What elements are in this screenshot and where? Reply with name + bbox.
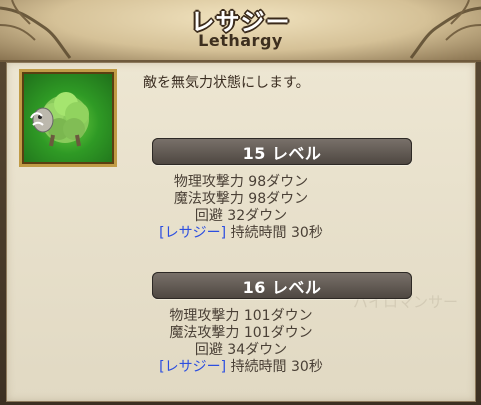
level-16-label: 16 レベル — [242, 277, 322, 297]
skill-header: レサジー Lethargy — [0, 0, 481, 62]
sheep-monster-icon — [30, 92, 89, 147]
level-16-duration-line: [レサジー] 持続時間 30秒 — [7, 359, 475, 376]
skill-tooltip: レサジー Lethargy 敵を無気力状態にします。 パイロマンサー 15 レベ… — [0, 0, 481, 405]
skill-description: 敵を無気力状態にします。 — [143, 75, 310, 91]
level-16-duration: 持続時間 30秒 — [230, 359, 323, 375]
level-16-magic-attack-down: 魔法攻撃力 101ダウン — [169, 325, 313, 341]
level-15-bar: 15 レベル — [152, 138, 412, 165]
level-16-physical-attack-down: 物理攻撃力 101ダウン — [169, 308, 313, 324]
skill-detail-panel: 敵を無気力状態にします。 パイロマンサー 15 レベル 物理攻撃力 98ダウン … — [6, 62, 476, 402]
level-16-evasion-down: 回避 34ダウン — [194, 342, 288, 358]
level-15-physical-attack-down: 物理攻撃力 98ダウン — [173, 174, 309, 190]
level-15-magic-attack-down: 魔法攻撃力 98ダウン — [173, 191, 309, 207]
level-15-evasion-down: 回避 32ダウン — [194, 208, 288, 224]
level-15-status-tag: [レサジー] — [159, 225, 227, 241]
lethargy-icon — [19, 69, 117, 167]
skill-title-english: Lethargy — [198, 31, 283, 50]
level-16-bar: 16 レベル — [152, 272, 412, 299]
level-15-duration: 持続時間 30秒 — [230, 225, 323, 241]
level-16-stats: 物理攻撃力 101ダウン 魔法攻撃力 101ダウン 回避 34ダウン [レサジー… — [7, 308, 475, 376]
level-15-duration-line: [レサジー] 持続時間 30秒 — [7, 225, 475, 242]
level-15-stats: 物理攻撃力 98ダウン 魔法攻撃力 98ダウン 回避 32ダウン [レサジー] … — [7, 174, 475, 242]
level-16-status-tag: [レサジー] — [159, 359, 227, 375]
level-15-label: 15 レベル — [242, 143, 322, 163]
